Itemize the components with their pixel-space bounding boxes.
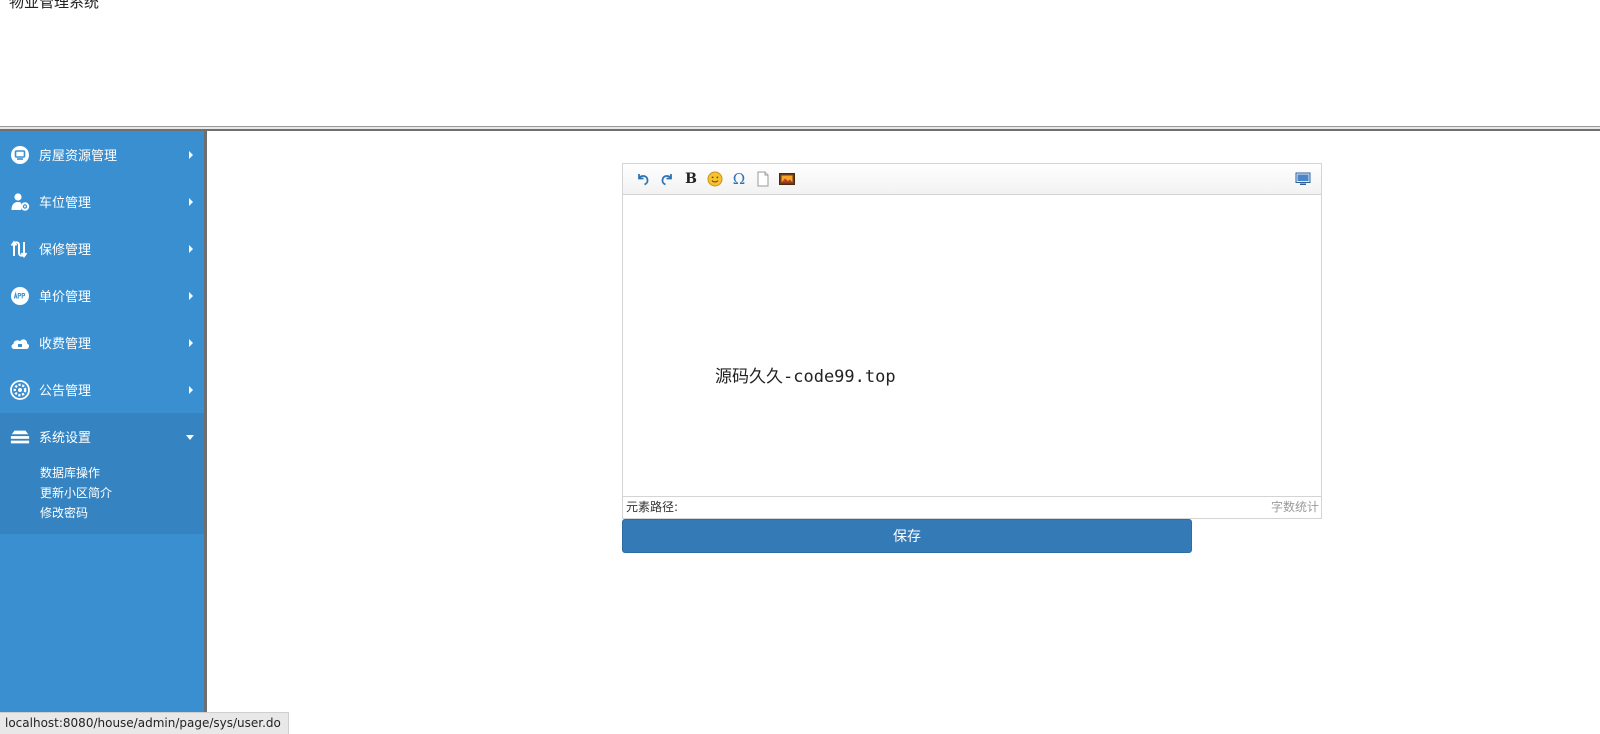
emotion-icon[interactable]: [703, 168, 727, 190]
submenu-item-update-intro[interactable]: 更新小区简介: [0, 483, 204, 503]
submenu-item-change-password[interactable]: 修改密码: [0, 503, 204, 523]
repair-arrows-icon: [10, 239, 30, 259]
caret-right-icon: [189, 385, 193, 394]
bold-icon[interactable]: B: [679, 168, 703, 190]
editor-statusbar: 元素路径: 字数统计: [623, 496, 1321, 518]
site-title: 物业管理系统: [9, 0, 100, 11]
sidebar-item-label: 房屋资源管理: [39, 149, 118, 164]
sidebar-item-label: 收费管理: [39, 337, 92, 352]
layers-icon: [10, 427, 30, 447]
image-icon[interactable]: [775, 168, 799, 190]
special-char-icon[interactable]: Ω: [727, 168, 751, 190]
top-frame: 物业管理系统: [0, 0, 1600, 126]
gear-circle-icon: [10, 379, 30, 400]
caret-right-icon: [189, 197, 193, 206]
save-button[interactable]: 保存: [622, 519, 1192, 553]
browser-status-url: localhost:8080/house/admin/page/sys/user…: [0, 712, 289, 734]
sidebar-item-label: 单价管理: [39, 290, 92, 305]
editor-toolbar: B Ω: [623, 164, 1321, 195]
app-circle-icon: [10, 286, 30, 306]
new-page-icon[interactable]: [751, 168, 775, 190]
editor-content-text[interactable]: 源码久久-code99.top: [715, 362, 896, 387]
submenu-item-database[interactable]: 数据库操作: [0, 463, 204, 483]
caret-right-icon: [189, 150, 193, 159]
editor-body[interactable]: 源码久久-code99.top: [623, 195, 1321, 496]
sidebar-item-label: 系统设置: [39, 431, 92, 446]
sidebar-item-label: 保修管理: [39, 243, 92, 258]
word-count-label: 字数统计: [1270, 500, 1319, 514]
sidebar-item-unit-price[interactable]: 单价管理: [0, 272, 204, 319]
sidebar-item-charges[interactable]: 收费管理: [0, 319, 204, 366]
caret-right-icon: [189, 291, 193, 300]
caret-right-icon: [189, 338, 193, 347]
element-path-label: 元素路径:: [626, 500, 679, 514]
undo-icon[interactable]: [631, 168, 655, 190]
redo-icon[interactable]: [655, 168, 679, 190]
sidebar-item-label: 车位管理: [39, 196, 92, 211]
caret-down-icon: [186, 434, 194, 440]
user-gear-icon: [10, 192, 30, 212]
sidebar-item-repair[interactable]: 保修管理: [0, 225, 204, 272]
cloud-icon: [10, 333, 30, 353]
sidebar-item-label: 公告管理: [39, 384, 92, 399]
monitor-circle-icon: [10, 145, 30, 165]
sidebar-item-announcements[interactable]: 公告管理: [0, 366, 204, 413]
sidebar-item-parking[interactable]: 车位管理: [0, 178, 204, 225]
sidebar-item-system-settings[interactable]: 系统设置: [0, 413, 204, 460]
sidebar-item-house-resources[interactable]: 房屋资源管理: [0, 131, 204, 178]
fullscreen-icon[interactable]: [1291, 168, 1315, 190]
system-settings-submenu: 数据库操作 更新小区简介 修改密码: [0, 460, 204, 534]
rich-text-editor: B Ω 源码久久-code99.top 元素路径: 字数统计: [622, 163, 1322, 519]
caret-right-icon: [189, 244, 193, 253]
sidebar: 房屋资源管理 车位管理 保修管理 单价管理 收费管理 公告管理 系统设置 数据库…: [0, 131, 207, 734]
sidebar-menu: 房屋资源管理 车位管理 保修管理 单价管理 收费管理 公告管理 系统设置 数据库…: [0, 131, 204, 734]
